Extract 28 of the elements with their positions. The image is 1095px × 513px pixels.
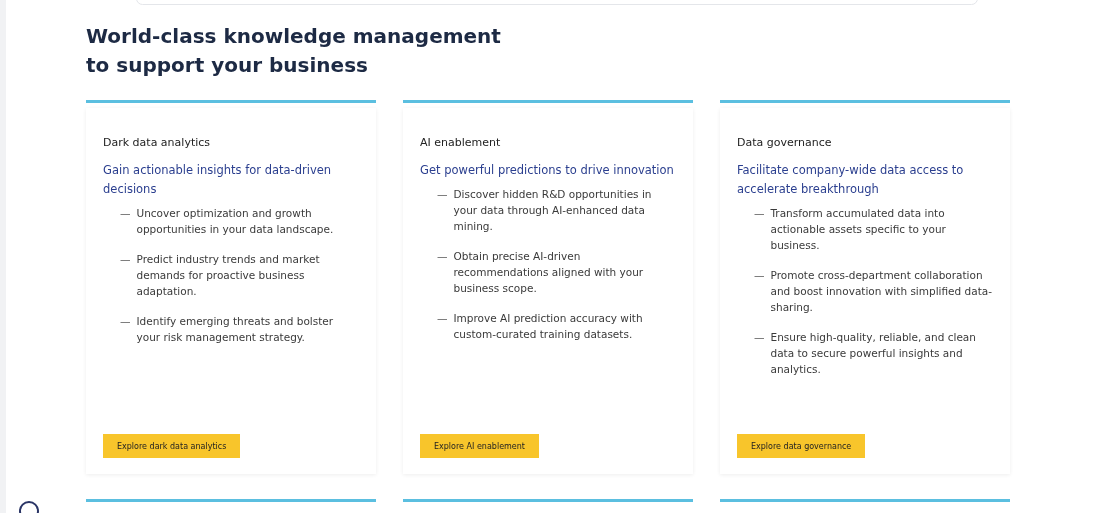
bullet-text: Improve AI prediction accuracy with custom-curated training datasets.	[453, 311, 644, 342]
bullet-text: Obtain precise AI-driven recommendations aligned with your business scope.	[453, 249, 645, 296]
bullet-text: Uncover optimization and growth opportunities in your data landscape.	[136, 206, 335, 237]
card-subtitle: Get powerful predictions to drive innovation	[420, 162, 675, 179]
bullet-text: Transform accumulated data into actionable assets specific to your business.	[770, 206, 947, 253]
dash-marker: —	[437, 187, 448, 202]
dash-marker: —	[754, 268, 765, 283]
dash-marker: —	[437, 249, 448, 264]
dash-marker: —	[754, 330, 765, 345]
bullet-text: Discover hidden R&D opportunities in your data through AI-enhanced data mining.	[453, 187, 653, 234]
dash-marker: —	[754, 206, 765, 221]
dash-marker: —	[437, 311, 448, 326]
explore-button[interactable]: Explore AI enablement	[420, 434, 539, 458]
bullet-text: Ensure high-quality, reliable, and clean data to secure powerful insights and analytics.	[770, 330, 977, 377]
bullet-text: Identify emerging threats and bolster your risk management strategy.	[136, 314, 335, 345]
explore-button[interactable]: Explore data governance	[737, 434, 866, 458]
dash-marker: —	[120, 314, 131, 329]
card-title: Dark data analytics	[103, 136, 212, 149]
card-title: Data governance	[737, 136, 833, 149]
dash-marker: —	[120, 206, 131, 221]
card-subtitle: Facilitate company-wide data access to accelerate breakthrough	[737, 162, 965, 198]
dash-marker: —	[120, 252, 131, 267]
explore-button[interactable]: Explore dark data analytics	[103, 434, 241, 458]
card-title: AI enablement	[420, 136, 502, 149]
bullet-text: Predict industry trends and market demands for proactive business adaptation.	[136, 252, 321, 299]
section-heading: World-class knowledge management to support your business	[86, 23, 502, 79]
card-subtitle: Gain actionable insights for data-driven decisions	[103, 162, 333, 198]
bullet-text: Promote cross-department collaboration and boost innovation with simplified data-sharing.	[770, 268, 993, 315]
